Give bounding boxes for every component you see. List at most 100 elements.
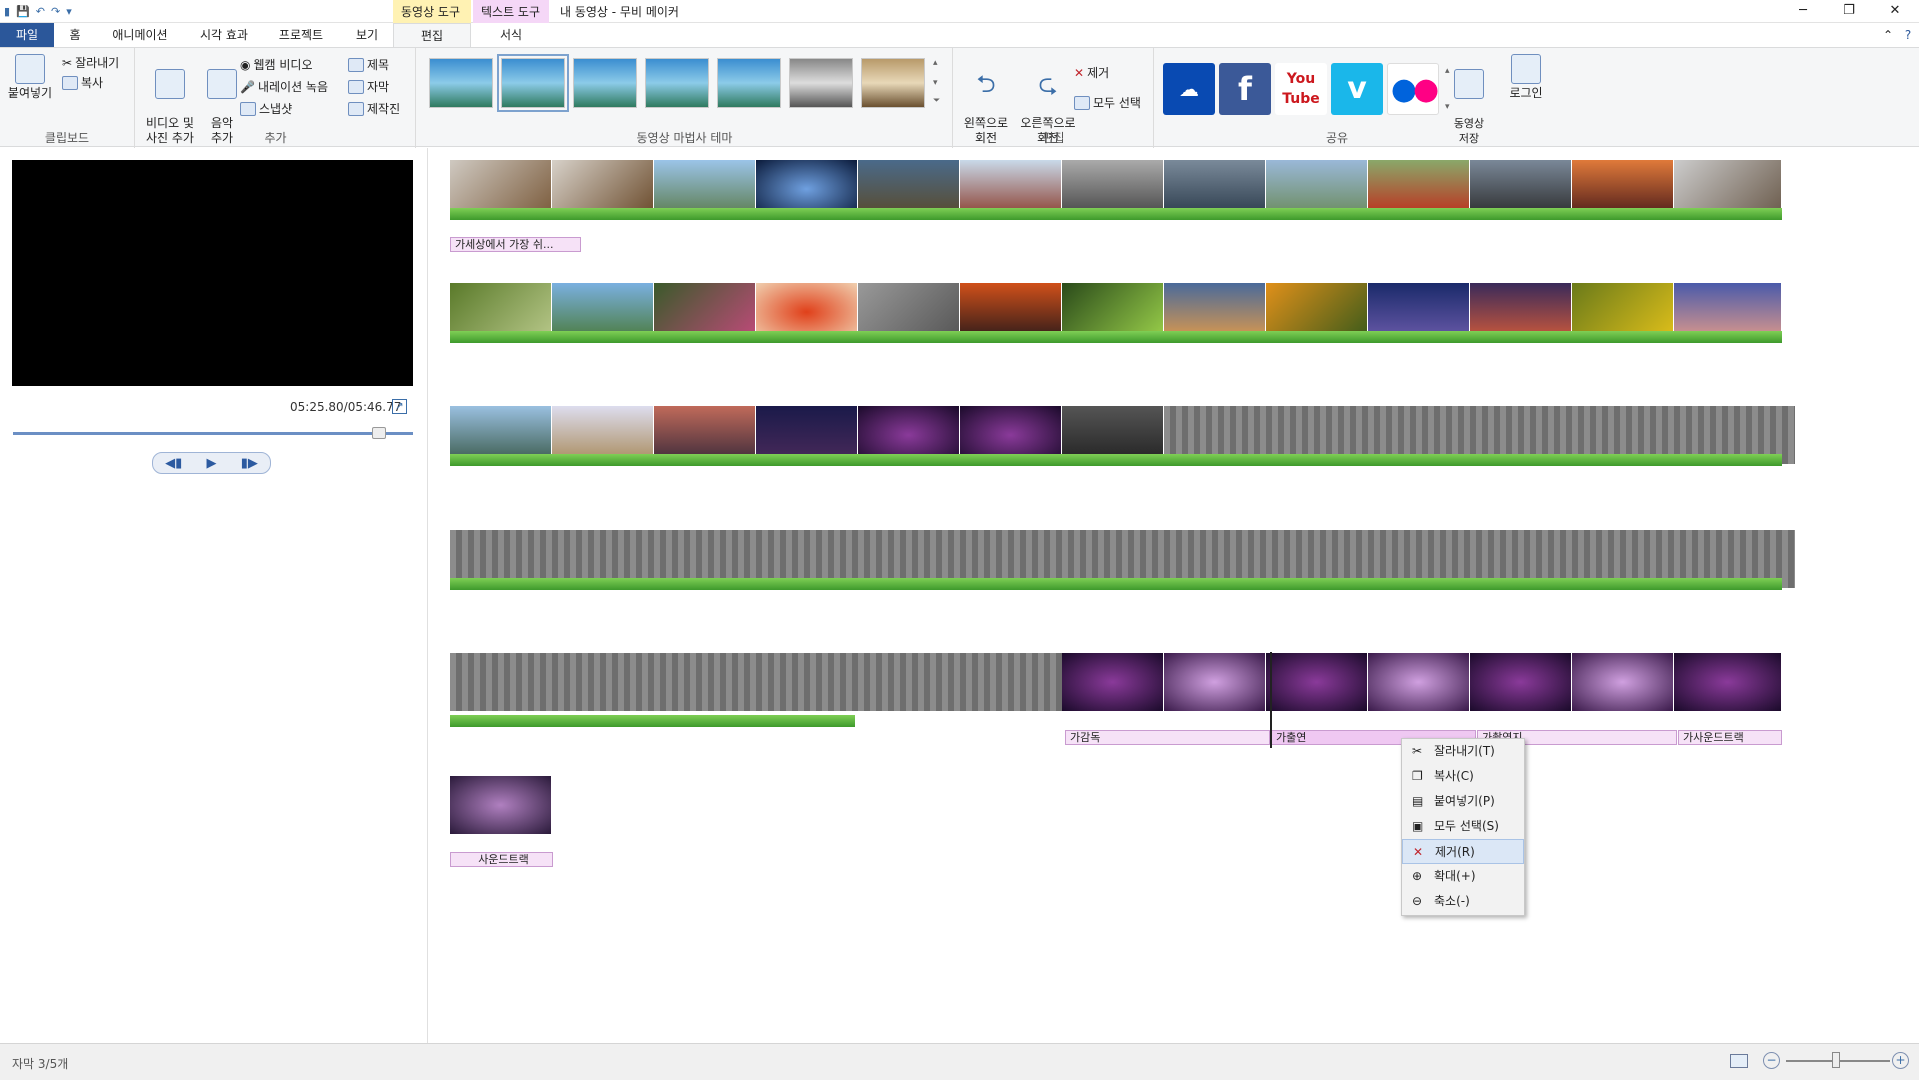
tab-project[interactable]: 프로젝트: [268, 23, 334, 47]
close-button[interactable]: ✕: [1872, 0, 1918, 23]
copy-button[interactable]: 복사: [62, 74, 103, 91]
seek-thumb[interactable]: [372, 427, 386, 439]
share-scroll-up-icon[interactable]: ▴: [1445, 66, 1450, 76]
copy-label: 복사: [81, 76, 104, 90]
quick-access-toolbar: ▮ 💾 ↶ ↷ ▾: [4, 2, 72, 21]
title-label: 제목: [367, 58, 390, 72]
cut-button[interactable]: ✂ 잘라내기: [62, 54, 119, 71]
tab-file[interactable]: 파일: [0, 23, 54, 47]
tab-visual-effects[interactable]: 시각 효과: [188, 23, 260, 47]
save-icon[interactable]: 💾: [16, 5, 30, 18]
caption-clip[interactable]: 사운드트랙: [450, 852, 553, 867]
audio-track-bar[interactable]: [450, 454, 1782, 466]
gallery-scroll-down-icon[interactable]: ▾: [933, 78, 938, 88]
select-all-button[interactable]: 모두 선택: [1074, 94, 1141, 111]
cut-label: 잘라내기: [75, 56, 120, 70]
vimeo-icon[interactable]: v: [1331, 63, 1383, 115]
collapse-ribbon-icon[interactable]: ⌃: [1878, 23, 1898, 47]
theme-thumbnail[interactable]: [789, 58, 853, 108]
audio-track-bar[interactable]: [450, 331, 1782, 343]
share-scroll-down-icon[interactable]: ▾: [1445, 102, 1450, 112]
webcam-button[interactable]: ◉ 웹캠 비디오: [240, 56, 313, 73]
theme-thumbnail[interactable]: [429, 58, 493, 108]
next-frame-icon[interactable]: ▮▶: [241, 456, 258, 471]
audio-track-bar[interactable]: [450, 578, 1782, 590]
snapshot-button[interactable]: 스냅샷: [240, 100, 292, 117]
menu-item-cut[interactable]: ✂ 잘라내기(T): [1402, 739, 1524, 764]
clip-thumbnail[interactable]: [450, 776, 552, 834]
audio-waveform[interactable]: [450, 653, 1062, 711]
undo-icon[interactable]: ↶: [36, 5, 45, 18]
customize-qat-icon[interactable]: ▾: [66, 5, 72, 18]
gallery-scroll-up-icon[interactable]: ▴: [933, 58, 938, 68]
zoom-in-icon[interactable]: +: [1892, 1052, 1909, 1069]
zoom-slider-thumb[interactable]: [1832, 1052, 1840, 1068]
previous-frame-icon[interactable]: ◀▮: [165, 456, 182, 471]
user-icon: [1511, 54, 1541, 84]
clip-thumbnail[interactable]: [1368, 653, 1470, 711]
remove-button[interactable]: ✕ 제거: [1074, 64, 1109, 81]
music-note-icon: [207, 69, 237, 99]
facebook-icon[interactable]: f: [1219, 63, 1271, 115]
restore-button[interactable]: ❐: [1826, 0, 1872, 23]
audio-track-bar[interactable]: [450, 208, 1782, 220]
select-all-label: 모두 선택: [1093, 96, 1141, 110]
caption-button[interactable]: 자막: [348, 78, 389, 95]
seek-slider[interactable]: [13, 432, 413, 435]
credits-button[interactable]: 제작진: [348, 100, 400, 117]
clip-thumbnail[interactable]: [1062, 653, 1164, 711]
caption-clip[interactable]: 가세상에서 가장 쉬...: [450, 237, 581, 252]
tab-view[interactable]: 보기: [342, 23, 392, 47]
flickr-icon[interactable]: ●●: [1387, 63, 1439, 115]
tab-home[interactable]: 홈: [58, 23, 92, 47]
paste-label: 붙여넣기: [7, 86, 53, 100]
group-label-themes: 동영상 마법사 테마: [636, 131, 733, 145]
clip-thumbnail[interactable]: [1266, 653, 1368, 711]
caption-clip[interactable]: 가감독: [1065, 730, 1270, 745]
paste-icon: ▤: [1412, 794, 1424, 808]
menu-item-remove[interactable]: ✕ 제거(R): [1402, 839, 1524, 864]
clip-thumbnail[interactable]: [1674, 653, 1782, 711]
scissors-icon: ✂: [1412, 744, 1423, 758]
menu-item-zoom-out[interactable]: ⊖ 축소(-): [1402, 889, 1524, 914]
theme-thumbnail[interactable]: [645, 58, 709, 108]
audio-track-bar[interactable]: [450, 715, 855, 727]
clip-thumbnail[interactable]: [1572, 653, 1674, 711]
app-icon[interactable]: ▮: [4, 5, 10, 18]
title-button[interactable]: 제목: [348, 56, 389, 73]
tab-animation[interactable]: 애니메이션: [100, 23, 180, 47]
theme-thumbnail[interactable]: [573, 58, 637, 108]
menu-item-select-all[interactable]: ▣ 모두 선택(S): [1402, 814, 1524, 839]
gallery-expand-icon[interactable]: ⏷: [933, 96, 940, 106]
narration-button[interactable]: 🎤 내레이션 녹음: [240, 78, 328, 95]
theme-thumbnail[interactable]: [717, 58, 781, 108]
group-label-clipboard: 클립보드: [44, 131, 90, 145]
playhead[interactable]: [1270, 652, 1272, 748]
theme-thumbnail[interactable]: [497, 54, 569, 112]
clip-thumbnail[interactable]: [1164, 653, 1266, 711]
help-icon[interactable]: ?: [1898, 23, 1918, 47]
minimize-button[interactable]: ─: [1780, 0, 1826, 23]
menu-item-label: 모두 선택(S): [1434, 819, 1499, 833]
redo-icon[interactable]: ↷: [51, 5, 60, 18]
menu-item-paste[interactable]: ▤ 붙여넣기(P): [1402, 789, 1524, 814]
clip-thumbnail[interactable]: [1470, 653, 1572, 711]
video-preview[interactable]: [12, 160, 413, 386]
zoom-out-icon[interactable]: −: [1763, 1052, 1780, 1069]
tab-edit[interactable]: 편집: [393, 23, 471, 47]
fullscreen-icon[interactable]: ↗: [392, 399, 407, 414]
menu-item-zoom-in[interactable]: ⊕ 확대(+): [1402, 864, 1524, 889]
paste-button[interactable]: 붙여넣기: [4, 54, 56, 101]
tab-format[interactable]: 서식: [473, 23, 549, 47]
copy-icon: ❐: [1412, 769, 1423, 783]
storyboard-row: [450, 776, 553, 836]
youtube-icon[interactable]: You Tube: [1275, 63, 1327, 115]
play-icon[interactable]: ▶: [206, 456, 216, 471]
onedrive-icon[interactable]: ☁: [1163, 63, 1215, 115]
theme-thumbnail[interactable]: [861, 58, 925, 108]
login-button[interactable]: 로그인: [1508, 54, 1544, 101]
menu-item-copy[interactable]: ❐ 복사(C): [1402, 764, 1524, 789]
storyboard-view-icon[interactable]: [1730, 1054, 1748, 1068]
login-label: 로그인: [1509, 86, 1543, 100]
caption-clip[interactable]: 가사운드트랙: [1678, 730, 1782, 745]
